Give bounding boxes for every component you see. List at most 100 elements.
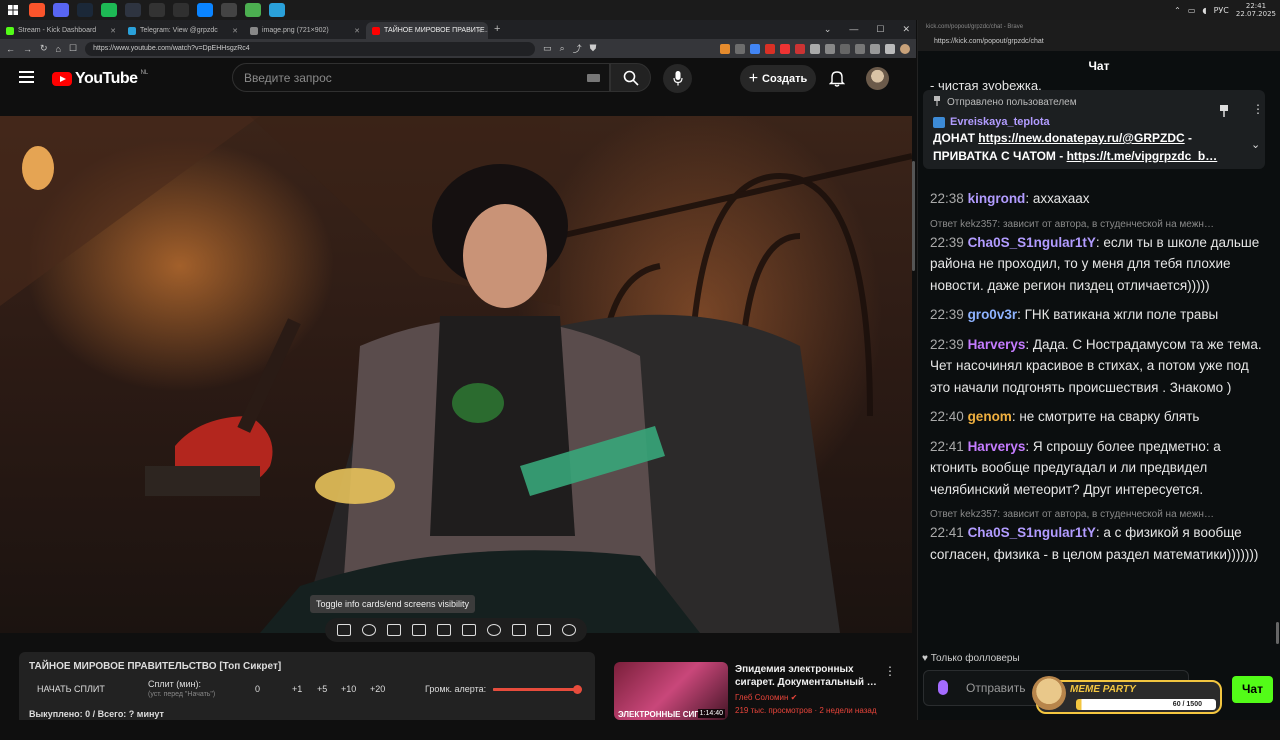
increment-button[interactable]: +10: [341, 684, 356, 694]
language-indicator[interactable]: РУС: [1214, 6, 1229, 15]
chat-message[interactable]: 22:38 kingrond: аххахаах: [930, 188, 1270, 210]
tab-close-icon[interactable]: ✕: [476, 27, 482, 35]
video-title[interactable]: Эпидемия электронных сигарет. Документал…: [735, 663, 885, 689]
message-username[interactable]: gro0v3r: [968, 307, 1018, 322]
message-username[interactable]: Cha0S_S1ngular1tY: [968, 525, 1096, 540]
chevron-down-icon[interactable]: ⌄: [1251, 138, 1260, 151]
extension-icon[interactable]: [765, 43, 775, 54]
brave-shield-icon[interactable]: ⛊: [590, 43, 597, 54]
increment-button[interactable]: +5: [317, 684, 327, 694]
app-icon[interactable]: [245, 3, 261, 17]
screenshot-icon[interactable]: [536, 624, 551, 636]
extension-icon[interactable]: [855, 43, 865, 54]
brave-icon[interactable]: [29, 3, 45, 17]
chat-scrollbar[interactable]: [1276, 622, 1279, 644]
tab-close-icon[interactable]: ✕: [110, 27, 116, 35]
extension-icon[interactable]: [810, 43, 820, 54]
browser-tab[interactable]: Telegram: View @grpzdc ✕: [122, 22, 244, 39]
create-button[interactable]: + Создать: [740, 65, 816, 92]
extension-icon[interactable]: [840, 43, 850, 54]
recommended-video[interactable]: ЭЛЕКТРОННЫЕ СИГ 1:14:40 Эпидемия электро…: [614, 662, 912, 720]
pinned-username[interactable]: Evreiskaya_teplota: [950, 116, 1050, 128]
back-icon[interactable]: ←: [6, 44, 15, 54]
unpin-icon[interactable]: [1219, 105, 1229, 117]
video-thumbnail[interactable]: ЭЛЕКТРОННЫЕ СИГ 1:14:40: [614, 662, 728, 720]
loop-icon[interactable]: [336, 624, 351, 636]
microphone-icon[interactable]: [938, 680, 948, 695]
maximize-button[interactable]: ☐: [876, 24, 884, 35]
extension-icon[interactable]: [825, 43, 835, 54]
chat-message[interactable]: Ответ kekz357: зависит от автора, в студ…: [930, 508, 1270, 565]
notifications-bell-icon[interactable]: [829, 70, 845, 87]
spotify-icon[interactable]: [101, 3, 117, 17]
page-scrollbar[interactable]: [912, 81, 916, 740]
chat-send-button[interactable]: Чат: [1232, 676, 1273, 703]
settings-gear-icon[interactable]: [561, 624, 576, 636]
discord-icon[interactable]: [53, 3, 69, 17]
alert-volume-slider[interactable]: [493, 685, 583, 694]
donate-link[interactable]: https://new.donatepay.ru/@GRPZDC: [978, 131, 1184, 145]
picture-in-picture-icon[interactable]: [436, 624, 451, 636]
monitor-icon[interactable]: [125, 3, 141, 17]
network-icon[interactable]: ▭: [1188, 6, 1196, 15]
telegram-icon[interactable]: [269, 3, 285, 17]
mini-player-icon[interactable]: [461, 624, 476, 636]
chat-message[interactable]: Ответ kekz357: зависит от автора, в студ…: [930, 218, 1270, 297]
reply-reference[interactable]: Ответ kekz357: зависит от автора, в студ…: [930, 218, 1270, 231]
audio-wave-icon[interactable]: [361, 624, 376, 636]
extension-icon[interactable]: [795, 43, 805, 54]
more-options-icon[interactable]: ⋮: [1252, 102, 1264, 116]
cinema-icon[interactable]: [411, 624, 426, 636]
home-icon[interactable]: ⌂: [56, 44, 61, 54]
tab-close-icon[interactable]: ✕: [232, 27, 238, 35]
extension-icon[interactable]: [885, 43, 895, 54]
search-input[interactable]: Введите запрос: [232, 63, 610, 92]
reply-reference[interactable]: Ответ kekz357: зависит от автора, в студ…: [930, 508, 1270, 521]
video-player[interactable]: [0, 116, 912, 633]
info-cards-toggle-icon[interactable]: [386, 624, 401, 636]
split-value-input[interactable]: 0: [255, 684, 260, 694]
clock[interactable]: 22:41 22.07.2025: [1236, 2, 1276, 18]
start-icon[interactable]: [5, 3, 21, 17]
edge-icon[interactable]: [197, 3, 213, 17]
message-username[interactable]: kingrond: [968, 191, 1026, 206]
browser-tab[interactable]: ТАЙНОЕ МИРОВОЕ ПРАВИТЕ… ✕: [366, 22, 488, 39]
close-button[interactable]: ✕: [902, 24, 910, 35]
youtube-logo[interactable]: YouTube NL: [52, 70, 148, 88]
slider-knob[interactable]: [573, 685, 583, 694]
keyboard-icon[interactable]: [587, 74, 600, 82]
extension-icon[interactable]: [780, 43, 790, 54]
menu-icon[interactable]: [19, 71, 34, 86]
add-icon[interactable]: [511, 624, 526, 636]
start-split-button[interactable]: НАЧАТЬ СПЛИТ: [37, 684, 105, 694]
forward-icon[interactable]: →: [23, 44, 32, 54]
browser-tab[interactable]: image.png (721×902) ✕: [244, 22, 366, 39]
extension-icon[interactable]: [870, 43, 880, 54]
capcut-icon[interactable]: [149, 3, 165, 17]
tab-close-icon[interactable]: ✕: [354, 27, 360, 35]
zoom-icon[interactable]: ⌕: [560, 43, 565, 54]
chat-message[interactable]: 22:40 genom: не смотрите на сварку блять: [930, 406, 1270, 428]
more-options-icon[interactable]: ⋮: [884, 664, 896, 678]
account-avatar[interactable]: [866, 67, 889, 90]
volume-icon[interactable]: ◖: [1202, 6, 1206, 15]
explorer-icon[interactable]: [221, 3, 237, 17]
minimize-button[interactable]: —: [849, 24, 858, 35]
message-username[interactable]: Harverys: [968, 439, 1026, 454]
message-username[interactable]: Cha0S_S1ngular1tY: [968, 235, 1096, 250]
speed-icon[interactable]: [486, 624, 501, 636]
browser-tab[interactable]: Stream - Kick Dashboard ✕: [0, 22, 122, 39]
cast-icon[interactable]: ▭: [543, 43, 552, 54]
reload-icon[interactable]: ↻: [40, 43, 48, 54]
extension-icon[interactable]: [720, 43, 730, 54]
chat-message[interactable]: 22:39 Harverys: Дада. С Нострадамусом та…: [930, 334, 1270, 399]
increment-button[interactable]: +20: [370, 684, 385, 694]
steam-icon[interactable]: [77, 3, 93, 17]
url-field[interactable]: https://www.youtube.com/watch?v=DpEHHsgz…: [85, 41, 536, 56]
bookmark-icon[interactable]: ☐: [69, 43, 77, 54]
profile-icon[interactable]: [900, 43, 910, 54]
message-username[interactable]: Harverys: [968, 337, 1026, 352]
obs-icon[interactable]: [173, 3, 189, 17]
chevron-down-icon[interactable]: ⌄: [824, 24, 832, 35]
chat-url[interactable]: https://kick.com/popout/grpzdc/chat: [934, 38, 1044, 45]
